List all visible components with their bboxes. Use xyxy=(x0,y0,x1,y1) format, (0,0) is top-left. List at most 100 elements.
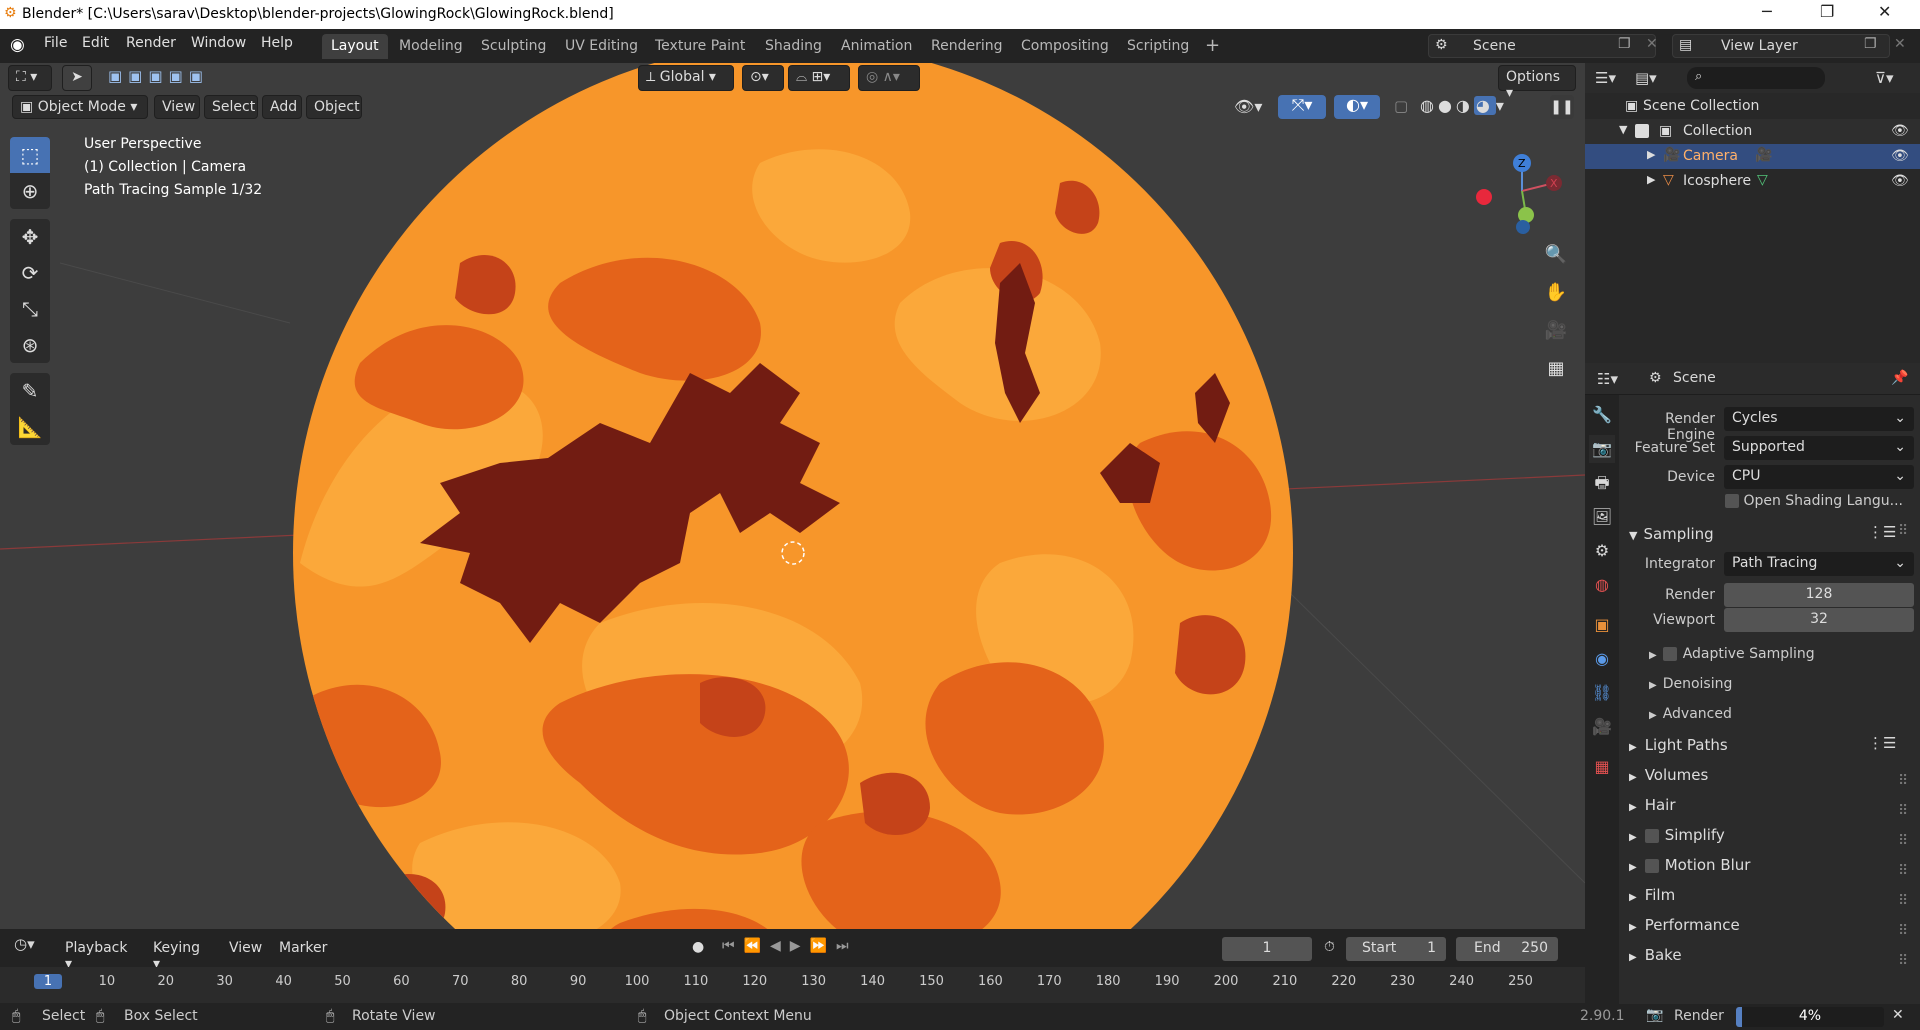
timeline-editor-icon[interactable]: ◷▾ xyxy=(14,935,35,953)
menu-playback[interactable]: Playback ▾ xyxy=(58,937,140,972)
menu-marker[interactable]: Marker xyxy=(272,937,332,961)
properties-editor-icon[interactable]: ☷▾ xyxy=(1597,370,1618,388)
overlay-toggle[interactable]: ◐▾ xyxy=(1334,95,1380,119)
simplify-checkbox[interactable] xyxy=(1644,828,1659,843)
eye-icon[interactable]: 👁 xyxy=(1891,123,1909,139)
rendered-shading-icon[interactable]: ◕ xyxy=(1473,96,1496,115)
tab-uv-editing[interactable]: UV Editing xyxy=(556,34,647,59)
remove-scene-icon[interactable]: ✕ xyxy=(1646,36,1658,52)
zoom-icon[interactable]: 🔍 xyxy=(1540,239,1572,271)
denoising-subpanel[interactable]: ▶ Denoising xyxy=(1649,676,1732,692)
eye-icon[interactable]: 👁 xyxy=(1891,173,1909,189)
tab-animation[interactable]: Animation xyxy=(832,34,921,59)
outliner-editor-icon[interactable]: ☰▾ xyxy=(1595,69,1616,87)
object-tab-icon[interactable]: ▣ xyxy=(1589,611,1615,639)
texture-tab-icon[interactable]: ▦ xyxy=(1589,753,1615,781)
annotate-tool[interactable]: ✎ xyxy=(10,373,50,409)
add-workspace-button[interactable]: + xyxy=(1196,34,1229,59)
playback-controls[interactable]: ⏮⏪◀▶⏩⏭ xyxy=(722,938,858,954)
tab-texture-paint[interactable]: Texture Paint xyxy=(646,34,754,59)
collection-checkbox[interactable] xyxy=(1635,124,1649,138)
cursor-tool[interactable]: ⊕ xyxy=(10,173,50,209)
close-window-button[interactable]: ✕ xyxy=(1878,2,1891,21)
drag-handle-icon[interactable]: ⠿ xyxy=(1898,523,1908,539)
blender-menu-icon[interactable]: ◉ xyxy=(10,35,25,55)
minimize-button[interactable]: ─ xyxy=(1762,2,1772,21)
tab-scripting[interactable]: Scripting xyxy=(1118,34,1198,59)
expand-icon[interactable]: ▶ xyxy=(1647,148,1655,161)
render-samples-field[interactable]: 128 xyxy=(1724,583,1914,607)
transform-tool[interactable]: ⊛ xyxy=(10,327,50,363)
viewport-samples-field[interactable]: 32 xyxy=(1724,608,1914,632)
current-frame-field[interactable]: 1 xyxy=(1222,937,1312,961)
adaptive-sampling-subpanel[interactable]: ▶ Adaptive Sampling xyxy=(1649,646,1815,662)
scene-collection-row[interactable]: ▣ Scene Collection xyxy=(1585,94,1920,119)
view-layer-selector[interactable]: ▤ View Layer xyxy=(1672,34,1890,58)
display-mode-icon[interactable]: ▤▾ xyxy=(1635,69,1657,87)
light-paths-presets-icon[interactable]: ⋮☰ xyxy=(1868,734,1896,752)
menu-object[interactable]: Object xyxy=(306,95,362,119)
presets-icon[interactable]: ⋮☰ xyxy=(1868,523,1896,541)
snap-dropdown[interactable]: ⌓ ⊞▾ xyxy=(788,65,850,91)
film-panel[interactable]: ▶ Film xyxy=(1629,886,1675,904)
advanced-subpanel[interactable]: ▶ Advanced xyxy=(1649,706,1732,722)
motion-blur-panel[interactable]: ▶ Motion Blur xyxy=(1629,856,1750,874)
stopwatch-icon[interactable]: ⏱ xyxy=(1324,939,1335,955)
tab-shading[interactable]: Shading xyxy=(756,34,831,59)
sampling-panel-header[interactable]: ▼ Sampling xyxy=(1629,525,1714,543)
xray-toggle[interactable]: ▢ xyxy=(1394,97,1408,115)
light-paths-panel[interactable]: ▶ Light Paths xyxy=(1629,736,1728,754)
filter-icon[interactable]: ⊽▾ xyxy=(1875,69,1894,87)
restore-button[interactable]: ❐ xyxy=(1820,2,1834,21)
motion-blur-checkbox[interactable] xyxy=(1644,858,1659,873)
constraints-tab-icon[interactable]: ⛓ xyxy=(1589,679,1615,707)
feature-set-dropdown[interactable]: Supported ⌄ xyxy=(1724,436,1914,460)
mode-dropdown[interactable]: ▣ Object Mode ▾ xyxy=(12,95,148,119)
menu-view[interactable]: View xyxy=(154,95,200,119)
start-frame-field[interactable]: Start 1 xyxy=(1346,937,1446,961)
menu-window[interactable]: Window xyxy=(191,35,246,51)
tab-compositing[interactable]: Compositing xyxy=(1012,34,1118,59)
hair-panel[interactable]: ▶ Hair xyxy=(1629,796,1676,814)
tab-modeling[interactable]: Modeling xyxy=(390,34,472,59)
visibility-dropdown[interactable]: 👁▾ xyxy=(1234,97,1262,116)
menu-add[interactable]: Add xyxy=(262,95,302,119)
view-layer-tab-icon[interactable]: 🖼 xyxy=(1589,503,1615,531)
camera-data-tab-icon[interactable]: 🎥 xyxy=(1589,713,1615,741)
outliner-search-input[interactable]: ⌕ xyxy=(1687,67,1825,89)
pin-icon[interactable]: 📌 xyxy=(1891,370,1908,386)
outliner-item-collection[interactable]: ▼ ▣ Collection 👁 xyxy=(1585,119,1920,144)
timeline-ruler[interactable]: 1 10 20 30 40 50 60 70 80 90 100 110 120 130 140 150 160… xyxy=(0,967,1585,1003)
pause-render-button[interactable]: ❚❚ xyxy=(1550,95,1574,119)
new-view-layer-icon[interactable]: ❐ xyxy=(1864,36,1877,52)
menu-edit[interactable]: Edit xyxy=(82,35,109,51)
tab-rendering[interactable]: Rendering xyxy=(922,34,1012,59)
adaptive-sampling-checkbox[interactable] xyxy=(1662,647,1677,661)
simplify-panel[interactable]: ▶ Simplify xyxy=(1629,826,1725,844)
menu-timeline-view[interactable]: View xyxy=(222,937,266,961)
scale-tool[interactable]: ⤡ xyxy=(10,291,50,327)
move-tool[interactable]: ✥ xyxy=(10,219,50,255)
volumes-panel[interactable]: ▶ Volumes xyxy=(1629,766,1708,784)
gizmo-toggle[interactable]: ⤧▾ xyxy=(1278,95,1326,119)
pivot-dropdown[interactable]: ⊙▾ xyxy=(742,65,784,91)
eye-icon[interactable]: 👁 xyxy=(1891,148,1909,164)
rotate-tool[interactable]: ⟳ xyxy=(10,255,50,291)
device-dropdown[interactable]: CPU ⌄ xyxy=(1724,465,1914,489)
outliner-item-camera[interactable]: ▶ 🎥 Camera 🎥 👁 xyxy=(1585,144,1920,169)
menu-render[interactable]: Render xyxy=(126,35,176,51)
pan-hand-icon[interactable]: ✋ xyxy=(1540,277,1572,309)
bake-panel[interactable]: ▶ Bake xyxy=(1629,946,1682,964)
panel-drag-handles[interactable]: ⠿ ⠿ ⠿ ⠿ ⠿ ⠿ ⠿ xyxy=(1898,766,1908,976)
render-engine-dropdown[interactable]: Cycles ⌄ xyxy=(1724,407,1914,431)
expand-icon[interactable]: ▶ xyxy=(1647,173,1655,186)
ortho-grid-icon[interactable]: ▦ xyxy=(1540,353,1572,385)
proportional-edit-dropdown[interactable]: ◎ ∧▾ xyxy=(858,65,920,91)
tool-tab-icon[interactable]: 🔧 xyxy=(1589,401,1615,429)
selection-mode-icons[interactable]: ▣▣▣▣▣ xyxy=(108,67,232,89)
performance-panel[interactable]: ▶ Performance xyxy=(1629,916,1740,934)
world-tab-icon[interactable]: ◍ xyxy=(1589,571,1615,599)
remove-view-layer-icon[interactable]: ✕ xyxy=(1894,36,1906,52)
viewport-3d[interactable]: ⛶ ▾ ➤ ▣▣▣▣▣ ⟂ Global ▾ ⊙▾ ⌓ ⊞▾ ◎ ∧▾ Opti… xyxy=(0,63,1585,929)
menu-help[interactable]: Help xyxy=(261,35,293,51)
